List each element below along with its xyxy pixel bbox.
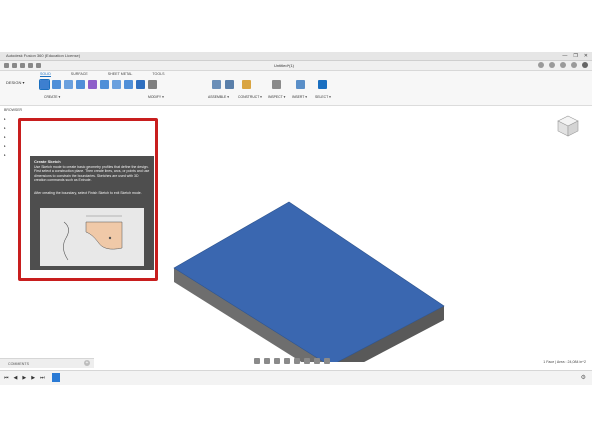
step-forward-button[interactable]: ▶ — [31, 375, 35, 381]
look-at-icon[interactable] — [264, 358, 270, 364]
go-to-end-button[interactable]: ⏭ — [40, 375, 45, 381]
ribbon-tabs: SOLID SURFACE SHEET METAL TOOLS — [40, 72, 165, 77]
document-bar: Untitled*(1) — [0, 61, 592, 71]
fillet-icon[interactable] — [124, 80, 133, 89]
comments-label: COMMENTS — [8, 362, 29, 366]
title-bar: Autodesk Fusion 360 (Education License) … — [0, 52, 592, 61]
create-menu[interactable]: CREATE ▾ — [44, 95, 60, 99]
browser-row[interactable]: ▸ — [4, 135, 18, 144]
maximize-button[interactable]: ❐ — [573, 53, 577, 59]
hole-icon[interactable] — [100, 80, 109, 89]
browser-row[interactable]: ▸ — [4, 126, 18, 135]
undo-icon[interactable] — [28, 63, 33, 68]
add-comment-button[interactable]: + — [84, 360, 90, 366]
pan-icon[interactable] — [274, 358, 280, 364]
tab-solid[interactable]: SOLID — [40, 72, 51, 77]
right-icons — [538, 62, 588, 68]
workspace-switcher[interactable]: DESIGN ▾ — [6, 80, 24, 85]
grid-settings-icon[interactable] — [314, 358, 320, 364]
browser-row[interactable]: ▸ — [4, 117, 18, 126]
comments-panel: COMMENTS + — [0, 358, 94, 368]
new-component-icon[interactable] — [212, 80, 221, 89]
insert-menu[interactable]: INSERT ▾ — [292, 95, 307, 99]
job-status-icon[interactable] — [549, 62, 555, 68]
timeline: ⏮ ◀ ▶ ▶ ⏭ ⚙ — [0, 370, 592, 385]
tab-tools[interactable]: TOOLS — [152, 72, 164, 77]
minimize-button[interactable]: — — [562, 53, 567, 59]
create-tools — [39, 79, 157, 90]
inspect-icons — [272, 80, 281, 89]
fit-icon[interactable] — [294, 358, 300, 364]
press-pull-icon[interactable] — [112, 80, 121, 89]
fusion-window: Autodesk Fusion 360 (Education License) … — [0, 52, 592, 388]
timeline-settings-icon[interactable]: ⚙ — [581, 374, 586, 381]
select-menu[interactable]: SELECT ▾ — [315, 95, 331, 99]
browser-row[interactable]: ▸ — [4, 153, 18, 162]
add-tab-icon[interactable] — [538, 62, 544, 68]
assemble-joint-icon[interactable] — [225, 80, 234, 89]
measure-icon[interactable] — [272, 80, 281, 89]
browser-row[interactable]: ▸ — [4, 144, 18, 153]
extrude-icon[interactable] — [52, 80, 61, 89]
insert-image-icon[interactable] — [296, 80, 305, 89]
zoom-icon[interactable] — [284, 358, 290, 364]
select-cursor-icon[interactable] — [318, 80, 327, 89]
orbit-icon[interactable] — [254, 358, 260, 364]
construct-menu[interactable]: CONSTRUCT ▾ — [238, 95, 262, 99]
view-cube-icon[interactable] — [556, 114, 580, 138]
form-icon[interactable] — [88, 80, 97, 89]
play-button[interactable]: ▶ — [22, 375, 26, 381]
notifications-icon[interactable] — [560, 62, 566, 68]
tab-surface[interactable]: SURFACE — [71, 72, 88, 77]
step-back-button[interactable]: ◀ — [14, 375, 18, 381]
viewports-icon[interactable] — [324, 358, 330, 364]
grid-menu-icon[interactable] — [4, 63, 9, 68]
window-title: Autodesk Fusion 360 (Education License) — [6, 53, 81, 58]
offset-plane-icon[interactable] — [242, 80, 251, 89]
modify-menu[interactable]: MODIFY ▾ — [148, 95, 164, 99]
move-icon[interactable] — [148, 80, 157, 89]
construct-icons — [242, 80, 251, 89]
save-icon[interactable] — [20, 63, 25, 68]
joint-icon[interactable] — [136, 80, 145, 89]
quick-access-toolbar — [4, 63, 41, 68]
file-icon[interactable] — [12, 63, 17, 68]
document-tab[interactable]: Untitled*(1) — [274, 63, 294, 68]
assemble-menu[interactable]: ASSEMBLE ▾ — [208, 95, 229, 99]
revolve-icon[interactable] — [64, 80, 73, 89]
help-icon[interactable] — [571, 62, 577, 68]
create-sketch-icon[interactable] — [39, 79, 50, 90]
tab-sheet-metal[interactable]: SHEET METAL — [108, 72, 133, 77]
inspect-menu[interactable]: INSPECT ▾ — [268, 95, 285, 99]
browser-label: BROWSER — [4, 108, 23, 112]
go-to-start-button[interactable]: ⏮ — [4, 375, 9, 381]
redo-icon[interactable] — [36, 63, 41, 68]
timeline-marker[interactable] — [52, 373, 60, 382]
insert-icons — [296, 80, 305, 89]
highlight-box — [18, 118, 158, 281]
avatar[interactable] — [582, 62, 588, 68]
navigation-bar — [254, 358, 330, 364]
close-button[interactable]: ✕ — [584, 53, 588, 59]
window-controls: — ❐ ✕ — [562, 53, 588, 59]
timeline-controls: ⏮ ◀ ▶ ▶ ⏭ — [4, 375, 45, 381]
display-settings-icon[interactable] — [304, 358, 310, 364]
ribbon: SOLID SURFACE SHEET METAL TOOLS DESIGN ▾… — [0, 71, 592, 106]
select-icons — [318, 80, 327, 89]
sweep-icon[interactable] — [76, 80, 85, 89]
selection-status: 1 Face | Area : 24,084 in^2 — [543, 360, 586, 364]
browser-panel: BROWSER ▸ ▸ ▸ ▸ ▸ — [4, 108, 23, 162]
assemble-icons — [212, 80, 234, 89]
